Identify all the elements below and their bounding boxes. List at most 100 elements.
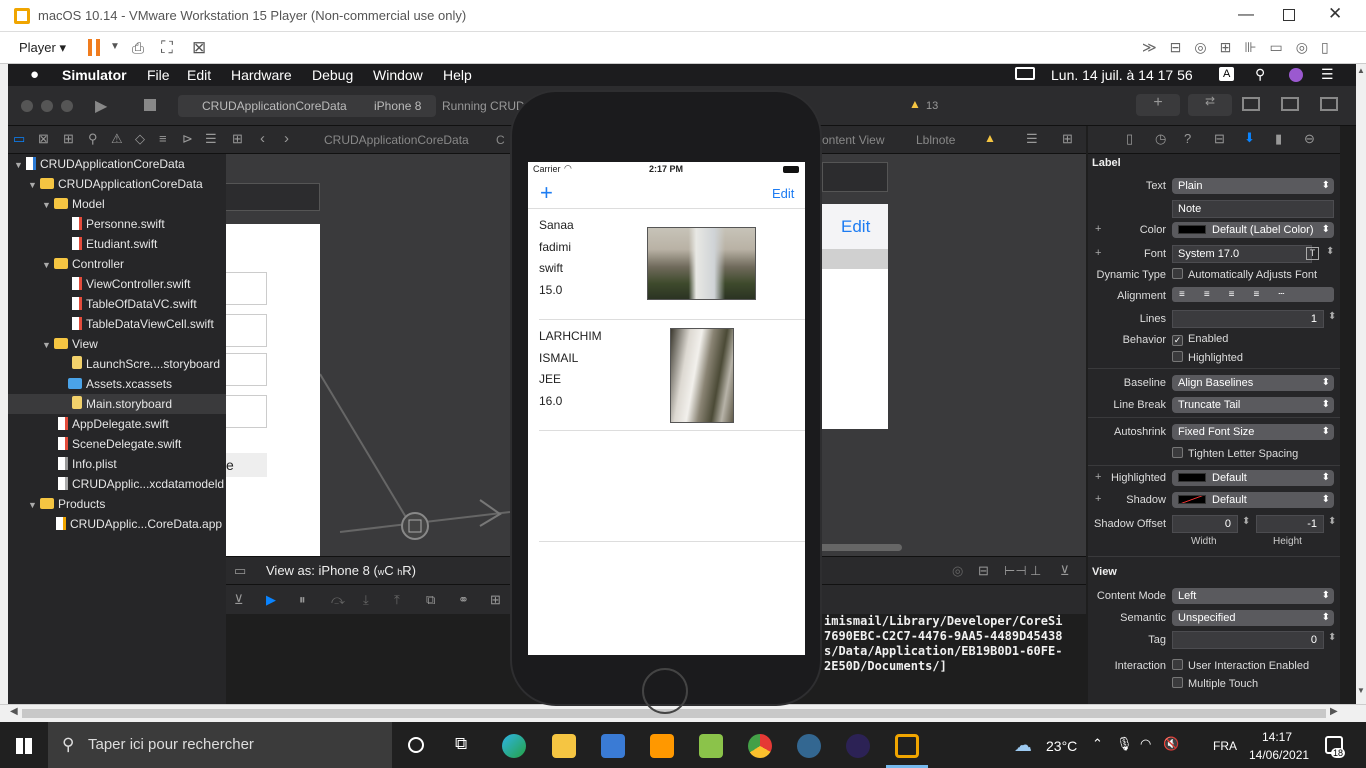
shadow-width-stepper[interactable]: ⬍ xyxy=(1242,516,1250,527)
table-row[interactable]: LARHCHIM ISMAIL JEE 16.0 xyxy=(528,320,805,430)
nav-item-file[interactable]: Etudiant.swift xyxy=(8,234,226,254)
library-button[interactable]: + xyxy=(1136,94,1180,116)
eclipse-icon[interactable] xyxy=(846,734,870,758)
view-hierarchy-icon[interactable]: ⧉ xyxy=(426,592,435,608)
embed-in-icon[interactable]: ⊻ xyxy=(1060,563,1070,579)
vm-vertical-scrollbar[interactable]: ▲ ▼ xyxy=(1356,64,1366,704)
find-navigator-icon[interactable]: ⚲ xyxy=(88,131,98,147)
test-navigator-icon[interactable]: ◇ xyxy=(135,131,145,147)
nav-item-group[interactable]: ▼ CRUDApplicationCoreData xyxy=(8,174,226,194)
shadow-color-popup[interactable]: Default xyxy=(1172,492,1334,508)
fullscreen-icon[interactable]: ⛶ xyxy=(161,38,173,58)
menu-app-name[interactable]: Simulator xyxy=(62,67,127,83)
color-popup[interactable]: Default (Label Color) xyxy=(1172,222,1334,238)
notepad-icon[interactable] xyxy=(699,734,723,758)
notification-center-icon[interactable]: ☰ xyxy=(1321,66,1334,83)
nav-item-controller[interactable]: ▼ Controller xyxy=(8,254,226,274)
breakpoints-toggle-icon[interactable]: ▶ xyxy=(266,592,276,608)
highlighted-checkbox[interactable]: Highlighted xyxy=(1172,351,1243,364)
tag-field[interactable]: 0 xyxy=(1172,631,1324,649)
environment-overrides-icon[interactable]: ⊞ xyxy=(490,592,501,608)
highlighted-color-popup[interactable]: Default xyxy=(1172,470,1334,486)
postgres-icon[interactable] xyxy=(797,734,821,758)
warning-count[interactable]: 13 xyxy=(926,100,938,112)
windows-start-icon[interactable] xyxy=(16,738,32,754)
simulator-screen[interactable]: Carrier ◠ 2:17 PM + Edit Sanaa fadimi sw… xyxy=(528,162,805,655)
user-interaction-checkbox[interactable]: User Interaction Enabled xyxy=(1172,659,1309,672)
vm-horizontal-scrollbar[interactable]: ◀ ▶ xyxy=(0,704,1366,722)
menu-window[interactable]: Window xyxy=(373,67,423,83)
shadow-height-stepper[interactable]: ⬍ xyxy=(1328,516,1336,527)
shadow-height-field[interactable]: -1 xyxy=(1256,515,1324,533)
network-icon[interactable]: ◠ xyxy=(1140,736,1151,752)
disclosure-icon[interactable]: ▼ xyxy=(42,195,54,215)
disclosure-icon[interactable]: ▼ xyxy=(14,155,26,175)
volume-icon[interactable]: 🔇 xyxy=(1163,736,1179,752)
resolve-issues-icon[interactable]: ⊥ xyxy=(1030,563,1041,579)
warning-icon[interactable]: ▲ xyxy=(984,131,996,145)
weather-icon[interactable]: ☁ xyxy=(1014,735,1032,756)
alignment-segmented-control[interactable]: ≡≡≡≡┄ xyxy=(1172,287,1334,302)
nav-item-file[interactable]: ViewController.swift xyxy=(8,274,226,294)
attributes-inspector-icon[interactable]: ⬇ xyxy=(1244,130,1255,146)
disclosure-icon[interactable]: ▼ xyxy=(42,255,54,275)
clock-date[interactable]: 14/06/2021 xyxy=(1249,748,1309,762)
disclosure-icon[interactable]: ▼ xyxy=(28,175,40,195)
nav-item-file[interactable]: SceneDelegate.swift xyxy=(8,434,226,454)
pause-icon[interactable] xyxy=(88,39,100,56)
identity-inspector-icon[interactable]: ⊟ xyxy=(1214,131,1225,147)
align-icon[interactable]: ⊟ xyxy=(978,563,989,579)
nav-item-file[interactable]: AppDelegate.swift xyxy=(8,414,226,434)
debug-toggle-icon[interactable] xyxy=(1281,97,1299,111)
traffic-light-minimize[interactable] xyxy=(41,100,53,112)
add-editor-icon[interactable]: ⊞ xyxy=(1062,131,1073,147)
forward-icon[interactable]: › xyxy=(284,130,289,147)
enabled-checkbox[interactable]: ✓ Enabled xyxy=(1172,333,1228,346)
report-navigator-icon[interactable]: ☰ xyxy=(205,131,217,147)
related-items-icon[interactable]: ⊞ xyxy=(232,131,243,147)
autoshrink-popup[interactable]: Fixed Font Size xyxy=(1172,424,1334,440)
tag-stepper[interactable]: ⬍ xyxy=(1328,632,1336,643)
send-ctrl-alt-del-icon[interactable]: ⎙ xyxy=(132,40,144,57)
back-icon[interactable]: ‹ xyxy=(260,130,265,147)
symbol-navigator-icon[interactable]: ⊞ xyxy=(63,131,74,147)
hide-debug-area-icon[interactable]: ⊻ xyxy=(234,592,244,608)
add-button[interactable]: + xyxy=(540,180,553,206)
nav-item-project[interactable]: ▼ CRUDApplicationCoreData xyxy=(8,154,226,174)
step-over-icon[interactable]: ⤼ xyxy=(331,592,345,608)
menu-hardware[interactable]: Hardware xyxy=(231,67,292,83)
jump-path-folder[interactable]: C xyxy=(496,133,505,147)
text-type-popup[interactable]: Plain xyxy=(1172,178,1334,194)
connections-inspector-icon[interactable]: ⊖ xyxy=(1304,131,1315,147)
history-inspector-icon[interactable]: ◷ xyxy=(1155,131,1166,147)
unity-icon[interactable]: ⊠ xyxy=(192,38,206,58)
task-view-icon[interactable]: ⧉ xyxy=(455,734,467,754)
nav-item-file[interactable]: Assets.xcassets xyxy=(8,374,226,394)
player-menu[interactable]: Player ▾ xyxy=(19,40,66,56)
warning-icon[interactable]: ▲ xyxy=(909,97,921,111)
chrome-icon[interactable] xyxy=(748,734,772,758)
nav-item-file[interactable]: Info.plist xyxy=(8,454,226,474)
nav-item-model[interactable]: ▼ Model xyxy=(8,194,226,214)
navigator-toggle-icon[interactable] xyxy=(1242,97,1260,111)
airplay-icon[interactable] xyxy=(1015,67,1035,80)
disclosure-icon[interactable]: ▼ xyxy=(42,335,54,355)
dynamic-type-checkbox[interactable]: Automatically Adjusts Font xyxy=(1172,268,1317,281)
spotlight-icon[interactable]: ⚲ xyxy=(1255,66,1265,83)
inspector-toggle-icon[interactable] xyxy=(1320,97,1338,111)
content-mode-popup[interactable]: Left xyxy=(1172,588,1334,604)
debug-navigator-icon[interactable]: ≡ xyxy=(159,131,167,146)
menu-debug[interactable]: Debug xyxy=(312,67,353,83)
editor-options-icon[interactable]: ☰ xyxy=(1026,131,1038,147)
step-out-icon[interactable]: ⤒ xyxy=(394,592,400,608)
step-into-icon[interactable]: ⤓ xyxy=(363,592,369,608)
size-inspector-icon[interactable]: ▮ xyxy=(1275,131,1282,147)
semantic-popup[interactable]: Unspecified xyxy=(1172,610,1334,626)
file-inspector-icon[interactable]: ▯ xyxy=(1126,131,1133,147)
menubar-clock[interactable]: Lun. 14 juil. à 14 17 56 xyxy=(1051,67,1193,83)
shadow-width-field[interactable]: 0 xyxy=(1172,515,1238,533)
microphone-icon[interactable]: 🎙 xyxy=(1116,736,1133,752)
run-icon[interactable]: ▶ xyxy=(95,96,107,116)
edit-button[interactable]: Edit xyxy=(772,186,794,201)
edge-icon[interactable] xyxy=(502,734,526,758)
